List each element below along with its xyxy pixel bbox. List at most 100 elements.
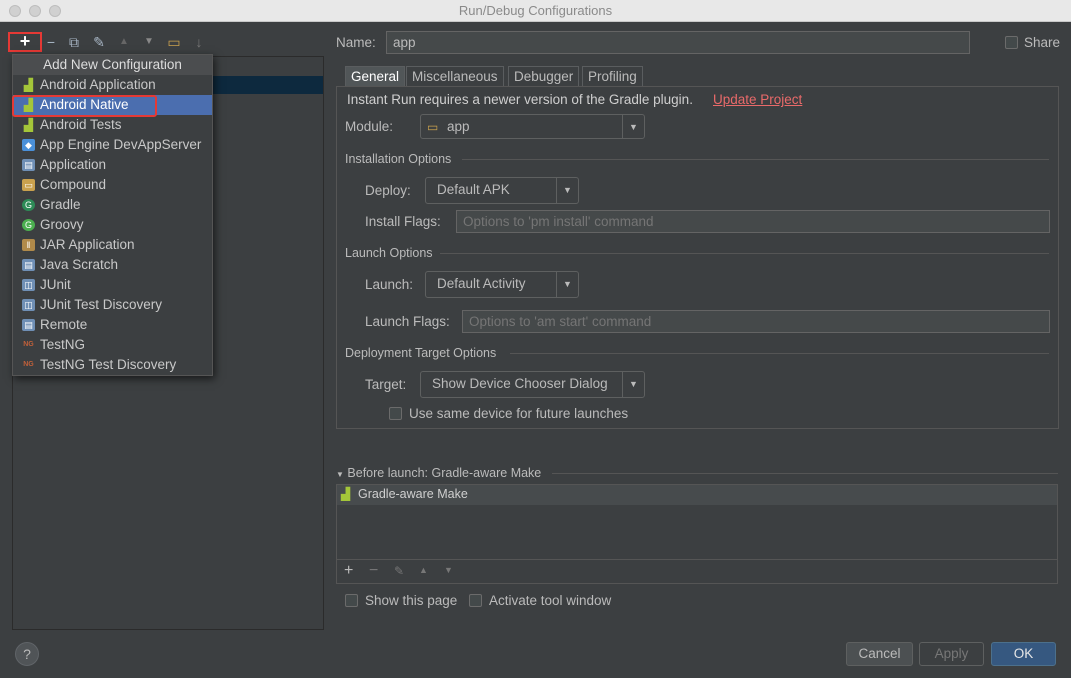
folder-icon: ▭ <box>22 179 35 191</box>
jar-icon: ‖ <box>22 239 35 251</box>
junit-icon: ◫ <box>22 279 35 291</box>
popup-item[interactable]: ◆ App Engine DevAppServer <box>13 135 212 155</box>
target-value: Show Device Chooser Dialog <box>432 376 608 391</box>
cancel-button[interactable]: Cancel <box>846 642 913 666</box>
android-icon: ▟ <box>23 118 34 132</box>
chevron-down-icon: ▼ <box>622 115 644 138</box>
show-page-label: Show this page <box>365 593 458 608</box>
install-flags-input[interactable] <box>456 210 1050 233</box>
launch-label: Launch: <box>365 277 414 292</box>
same-device-label: Use same device for future launches <box>409 406 629 421</box>
move-down-icon[interactable]: ▼ <box>140 33 158 51</box>
section-divider <box>510 353 1049 354</box>
module-combo[interactable]: ▭ app ▼ <box>420 114 645 139</box>
popup-item[interactable]: ▭ Compound <box>13 175 212 195</box>
popup-item[interactable]: ▟ Android Application <box>13 75 212 95</box>
tab-debugger[interactable]: Debugger <box>508 66 580 87</box>
title-bar: Run/Debug Configurations <box>0 0 1071 22</box>
popup-item[interactable]: NG TestNG <box>13 335 212 355</box>
popup-item-label: Android Application <box>40 77 156 92</box>
before-launch-toolbar: + − ✎ ▲ ▼ <box>337 559 1057 583</box>
collapse-triangle-icon: ▼ <box>336 470 344 479</box>
name-label: Name: <box>336 35 376 50</box>
activate-tool-window-checkbox[interactable] <box>469 594 482 607</box>
target-combo[interactable]: Show Device Chooser Dialog ▼ <box>420 371 645 398</box>
popup-item[interactable]: ‖ JAR Application <box>13 235 212 255</box>
groovy-icon: G <box>22 219 35 231</box>
popup-item-label: Application <box>40 157 107 172</box>
deploy-label: Deploy: <box>365 183 411 198</box>
android-icon: ▟ <box>23 78 34 92</box>
testng-icon: NG <box>23 341 34 348</box>
popup-item-label: JUnit <box>40 277 71 292</box>
testng-discovery-icon: NG <box>23 361 34 368</box>
popup-item-label: App Engine DevAppServer <box>40 137 202 152</box>
application-icon: ▤ <box>22 159 35 171</box>
gradle-icon: G <box>22 199 35 211</box>
tab-general[interactable]: General <box>345 66 406 87</box>
section-divider <box>462 159 1049 160</box>
popup-header: Add New Configuration <box>13 55 212 75</box>
junit-discovery-icon: ◫ <box>22 299 35 311</box>
apply-button[interactable]: Apply <box>919 642 984 666</box>
share-label: Share <box>1024 35 1061 50</box>
edit-task-button[interactable]: ✎ <box>394 564 404 578</box>
popup-item[interactable]: ▟ Android Tests <box>13 115 212 135</box>
popup-item-label: Compound <box>40 177 107 192</box>
show-page-checkbox[interactable] <box>345 594 358 607</box>
chevron-down-icon: ▼ <box>622 372 644 397</box>
popup-item-label: JAR Application <box>40 237 135 252</box>
list-item[interactable]: ▟ Gradle-aware Make <box>337 485 1057 505</box>
move-task-up-button[interactable]: ▲ <box>419 565 428 575</box>
tab-miscellaneous[interactable]: Miscellaneous <box>406 66 504 87</box>
tab-profiling[interactable]: Profiling <box>582 66 643 87</box>
move-up-icon[interactable]: ▲ <box>115 33 133 51</box>
remove-task-button[interactable]: − <box>369 562 378 580</box>
update-project-link[interactable]: Update Project <box>713 92 802 107</box>
launch-options-title: Launch Options <box>345 246 433 260</box>
module-label: Module: <box>345 119 394 134</box>
copy-icon[interactable]: ⧉ <box>65 33 83 51</box>
popup-item[interactable]: ▤ Application <box>13 155 212 175</box>
sort-icon[interactable]: ↓ <box>190 33 208 51</box>
deployment-target-title: Deployment Target Options <box>345 346 497 360</box>
add-task-button[interactable]: + <box>344 562 353 580</box>
deploy-combo[interactable]: Default APK ▼ <box>425 177 579 204</box>
move-task-down-button[interactable]: ▼ <box>444 565 453 575</box>
popup-item-label: Gradle <box>40 197 81 212</box>
before-launch-label: Before launch: Gradle-aware Make <box>347 466 542 480</box>
section-divider <box>552 473 1058 474</box>
popup-item[interactable]: ◫ JUnit Test Discovery <box>13 295 212 315</box>
wrench-icon[interactable]: ✎ <box>90 33 108 51</box>
target-label: Target: <box>365 377 407 392</box>
launch-flags-input[interactable] <box>462 310 1050 333</box>
remote-icon: ▤ <box>22 319 35 331</box>
name-field[interactable] <box>386 31 970 54</box>
remove-configuration-button[interactable]: − <box>42 33 60 51</box>
popup-item-label: Java Scratch <box>40 257 119 272</box>
add-configuration-button[interactable]: + <box>8 32 42 52</box>
before-launch-title[interactable]: ▼ Before launch: Gradle-aware Make <box>336 466 541 480</box>
same-device-checkbox[interactable] <box>389 407 402 420</box>
ok-button[interactable]: OK <box>991 642 1056 666</box>
popup-item-label: TestNG <box>40 337 86 352</box>
help-button[interactable]: ? <box>15 642 39 666</box>
launch-combo[interactable]: Default Activity ▼ <box>425 271 579 298</box>
share-checkbox[interactable] <box>1005 36 1018 49</box>
before-launch-task: Gradle-aware Make <box>358 487 468 501</box>
popup-item[interactable]: ▤ Java Scratch <box>13 255 212 275</box>
popup-item[interactable]: NG TestNG Test Discovery <box>13 355 212 375</box>
folder-icon[interactable]: ▭ <box>165 33 183 51</box>
popup-item[interactable]: G Gradle <box>13 195 212 215</box>
popup-item[interactable]: G Groovy <box>13 215 212 235</box>
popup-item[interactable]: ▤ Remote <box>13 315 212 335</box>
popup-item[interactable]: ◫ JUnit <box>13 275 212 295</box>
window-title: Run/Debug Configurations <box>458 3 613 18</box>
launch-flags-label: Launch Flags: <box>365 314 450 329</box>
instant-run-message: Instant Run requires a newer version of … <box>347 92 693 107</box>
popup-item-label: JUnit Test Discovery <box>40 297 163 312</box>
popup-item-label: Android Tests <box>40 117 122 132</box>
module-folder-icon: ▭ <box>427 120 439 134</box>
app-engine-icon: ◆ <box>22 139 35 151</box>
java-scratch-icon: ▤ <box>22 259 35 271</box>
